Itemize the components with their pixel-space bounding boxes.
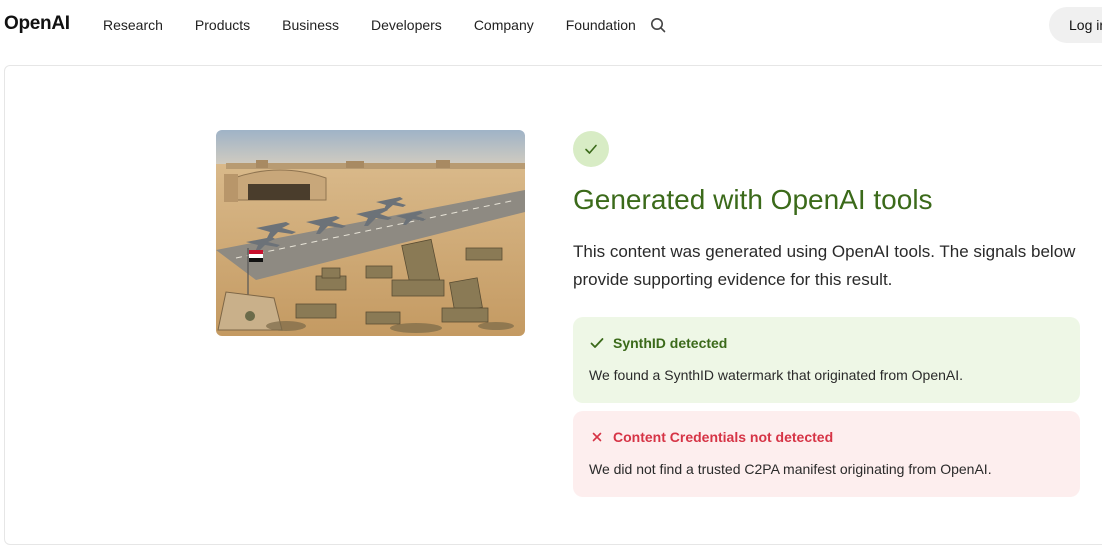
signal-header: Content Credentials not detected [589, 429, 833, 445]
success-status-icon [573, 131, 609, 167]
signal-detail: We found a SynthID watermark that origin… [589, 367, 964, 383]
openai-logo[interactable]: OpenAI [4, 13, 70, 35]
nav-link-research[interactable]: Research [103, 16, 163, 34]
close-icon [589, 429, 605, 445]
synthid-signal-card: SynthID detected We found a SynthID wate… [573, 317, 1080, 403]
uploaded-image [216, 130, 525, 336]
nav-link-company[interactable]: Company [474, 16, 534, 34]
signal-title: SynthID detected [613, 335, 728, 351]
c2pa-signal-card: Content Credentials not detected We did … [573, 411, 1080, 497]
result-headline: Generated with OpenAI tools [573, 184, 933, 215]
signal-title: Content Credentials not detected [613, 429, 834, 445]
check-icon [589, 335, 605, 351]
nav-links: Research Products Business Developers Co… [103, 16, 668, 34]
nav-link-business[interactable]: Business [282, 16, 339, 34]
signal-detail: We did not find a trusted C2PA manifest … [589, 461, 992, 477]
result-description: This content was generated using OpenAI … [573, 242, 1076, 289]
check-icon [585, 144, 597, 154]
nav-link-products[interactable]: Products [195, 16, 250, 34]
top-navigation: OpenAI Research Products Business Develo… [0, 0, 1102, 50]
nav-link-foundation[interactable]: Foundation [566, 16, 636, 34]
search-icon[interactable] [648, 15, 668, 35]
login-button[interactable]: Log in [1049, 7, 1102, 43]
nav-link-developers[interactable]: Developers [371, 16, 442, 34]
signal-header: SynthID detected [589, 335, 727, 351]
